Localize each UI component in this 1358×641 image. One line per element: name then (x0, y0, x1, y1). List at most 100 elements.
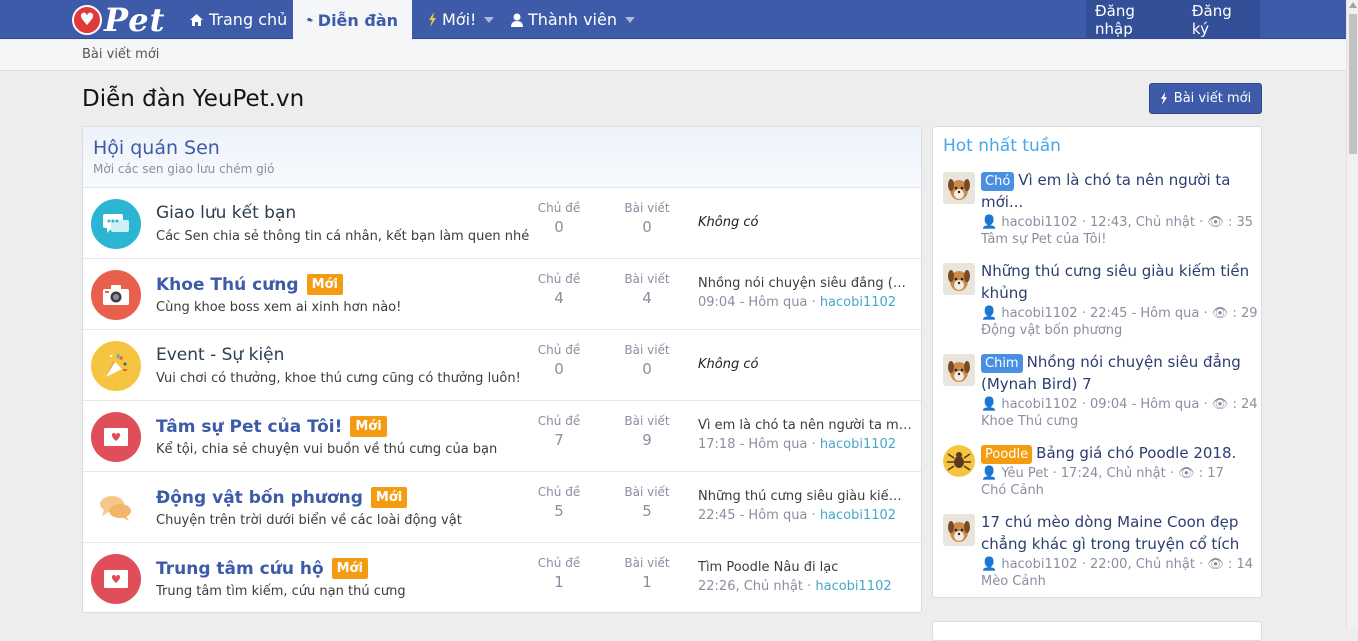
heart-letter-icon (91, 412, 141, 462)
latest-user-link[interactable]: hacobi1102 (815, 579, 891, 594)
avatar[interactable] (943, 263, 975, 295)
category-title[interactable]: Hội quán Sen (93, 137, 911, 159)
tab-members-label: Thành viên (528, 10, 617, 29)
prefix-tag[interactable]: Poodle (981, 445, 1033, 464)
hot-thread-meta: 👤 hacobi1102 · 09:04 - Hôm qua · 👁 : 24 (981, 397, 1258, 412)
hot-thread-forum[interactable]: Động vật bốn phương (981, 323, 1255, 338)
forum-latest: Nhồng nói chuyện siêu đẳng (M... 09:04 -… (698, 276, 913, 310)
sidebar-title: Hot nhất tuần (943, 136, 1061, 156)
forum-posts-stat: Bài viết 0 (624, 201, 670, 236)
latest-thread-link[interactable]: Vì em là chó ta nên người ta mớ... (698, 418, 913, 433)
eye-icon: 👁 (1211, 306, 1229, 321)
new-badge: Mới (350, 416, 387, 437)
register-link[interactable]: Đăng ký (1183, 2, 1260, 38)
hot-thread-forum[interactable]: Khoe Thú cưng (981, 414, 1255, 429)
forum-threads-stat: Chủ đề 5 (537, 485, 581, 520)
latest-thread-link[interactable]: Những thú cưng siêu giàu kiếm ... (698, 489, 913, 504)
forum-title[interactable]: Tâm sự Pet của Tôi! Mới (156, 416, 387, 437)
camera-icon (91, 270, 141, 320)
new-post-button-label: Bài viết mới (1173, 91, 1252, 106)
forum-description: Các Sen chia sẻ thông tin cá nhân, kết b… (156, 229, 530, 244)
forum-row: Tâm sự Pet của Tôi! Mới Kể tội, chia sẻ c… (83, 401, 921, 472)
eye-icon: 👁 (1211, 397, 1229, 412)
forum-row: Trung tâm cứu hộ Mới Trung tâm tìm kiếm, … (83, 543, 921, 612)
latest-user-link[interactable]: hacobi1102 (820, 437, 896, 452)
forum-posts-stat: Bài viết 5 (624, 485, 670, 520)
forum-title[interactable]: Khoe Thú cưng Mới (156, 274, 343, 295)
eye-icon: 👁 (1207, 215, 1224, 230)
hot-thread-forum[interactable]: Mèo Cảnh (981, 574, 1255, 589)
user-icon: 👤 (981, 306, 998, 321)
forum-row: Khoe Thú cưng Mới Cùng khoe boss xem ai x… (83, 259, 921, 330)
forum-latest: Không có (698, 215, 759, 230)
hot-thread-title[interactable]: Poodle Bảng giá chó Poodle 2018. (981, 442, 1255, 464)
scroll-up-arrow-icon[interactable] (1349, 2, 1357, 8)
sub-navbar: Bài viết mới (0, 40, 1346, 71)
logo-text: Pet (104, 1, 166, 39)
category-description: Mời các sen giao lưu chém gió (93, 162, 275, 176)
hot-thread-forum[interactable]: Chó Cảnh (981, 483, 1255, 498)
page-title: Diễn đàn YeuPet.vn (82, 86, 305, 112)
latest-thread-link[interactable]: Tìm Poodle Nâu đi lạc (698, 560, 913, 575)
prefix-tag[interactable]: Chim (981, 354, 1023, 373)
tab-members[interactable]: Thành viên (497, 0, 649, 39)
chat-bubble-icon (91, 199, 141, 249)
avatar[interactable] (943, 354, 975, 386)
hot-thread-meta: 👤 Yêu Pet · 17:24, Chủ nhật · 👁 : 17 (981, 466, 1224, 481)
forum-description: Kể tội, chia sẻ chuyện vui buồn về thú c… (156, 442, 498, 457)
tab-forums-label: Diễn đàn (317, 10, 398, 30)
forum-latest: Không có (698, 357, 759, 372)
forum-threads-stat: Chủ đề 4 (537, 272, 581, 307)
forum-row: Động vật bốn phương Mới Chuyện trên trời … (83, 472, 921, 543)
account-links: Đăng nhập Đăng ký (1086, 0, 1260, 39)
latest-user-link[interactable]: hacobi1102 (820, 295, 896, 310)
tab-home[interactable]: Trang chủ (175, 0, 301, 39)
forum-threads-stat: Chủ đề 0 (537, 343, 581, 378)
top-navbar: ♥ Pet Trang chủ Diễn đàn Mới! Thành viên… (0, 0, 1346, 40)
forum-description: Cùng khoe boss xem ai xinh hơn nào! (156, 300, 402, 315)
lightning-icon (1160, 92, 1167, 105)
forum-description: Trung tâm tìm kiếm, cứu nạn thú cưng (156, 584, 406, 599)
login-link[interactable]: Đăng nhập (1086, 2, 1183, 38)
hot-thread-forum[interactable]: Tâm sự Pet của Tôi! (981, 232, 1255, 247)
eye-icon: 👁 (1207, 557, 1224, 572)
forum-row: Event - Sự kiện Vui chơi có thưởng, khoe… (83, 330, 921, 401)
forum-threads-stat: Chủ đề 1 (537, 556, 581, 591)
heart-letter-icon (91, 554, 141, 604)
avatar[interactable] (943, 514, 975, 546)
scrollbar-thumb[interactable] (1349, 14, 1357, 154)
site-logo[interactable]: ♥ Pet (72, 1, 166, 39)
new-post-button[interactable]: Bài viết mới (1149, 83, 1262, 114)
hot-thread-title[interactable]: Chó Vì em là chó ta nên người ta mới... (981, 169, 1255, 213)
latest-thread-link[interactable]: Nhồng nói chuyện siêu đẳng (M... (698, 276, 913, 291)
avatar[interactable] (943, 172, 975, 204)
forum-posts-stat: Bài viết 9 (624, 414, 670, 449)
hot-week-sidebar: Hot nhất tuần Chó Vì em là chó ta nên ngư… (932, 126, 1262, 598)
tab-new[interactable]: Mới! (414, 0, 508, 39)
forum-title[interactable]: Trung tâm cứu hộ Mới (156, 558, 368, 579)
forum-posts-stat: Bài viết 4 (624, 272, 670, 307)
speech-bubbles-icon (91, 483, 141, 533)
prefix-tag[interactable]: Chó (981, 172, 1015, 191)
forum-latest: Vì em là chó ta nên người ta mớ... 17:18… (698, 418, 913, 452)
user-icon: 👤 (981, 397, 998, 412)
hot-thread-meta: 👤 hacobi1102 · 22:00, Chủ nhật · 👁 : 14 (981, 557, 1254, 572)
forum-title[interactable]: Giao lưu kết bạn (156, 203, 296, 223)
user-icon: 👤 (981, 557, 998, 572)
forum-threads-stat: Chủ đề 7 (537, 414, 581, 449)
hot-thread-title[interactable]: 17 chú mèo dòng Maine Coon đẹp chẳng khá… (981, 511, 1255, 555)
forum-title[interactable]: Động vật bốn phương Mới (156, 487, 408, 508)
subnav-new-posts-link[interactable]: Bài viết mới (82, 47, 159, 62)
user-icon: 👤 (981, 466, 998, 481)
latest-user-link[interactable]: hacobi1102 (820, 508, 896, 523)
chevron-down-icon (624, 16, 635, 23)
hot-thread-title[interactable]: Những thú cưng siêu giàu kiếm tiền khủng (981, 260, 1255, 304)
hot-thread-title[interactable]: Chim Nhồng nói chuyện siêu đẳng (Mynah Bi… (981, 351, 1255, 395)
page-scrollbar[interactable] (1346, 0, 1358, 629)
hot-thread-meta: 👤 hacobi1102 · 12:43, Chủ nhật · 👁 : 35 (981, 215, 1254, 230)
avatar[interactable] (943, 445, 975, 477)
tab-forums[interactable]: Diễn đàn (293, 0, 412, 40)
home-icon (190, 13, 203, 26)
new-badge: Mới (370, 487, 408, 508)
forum-title[interactable]: Event - Sự kiện (156, 345, 284, 365)
